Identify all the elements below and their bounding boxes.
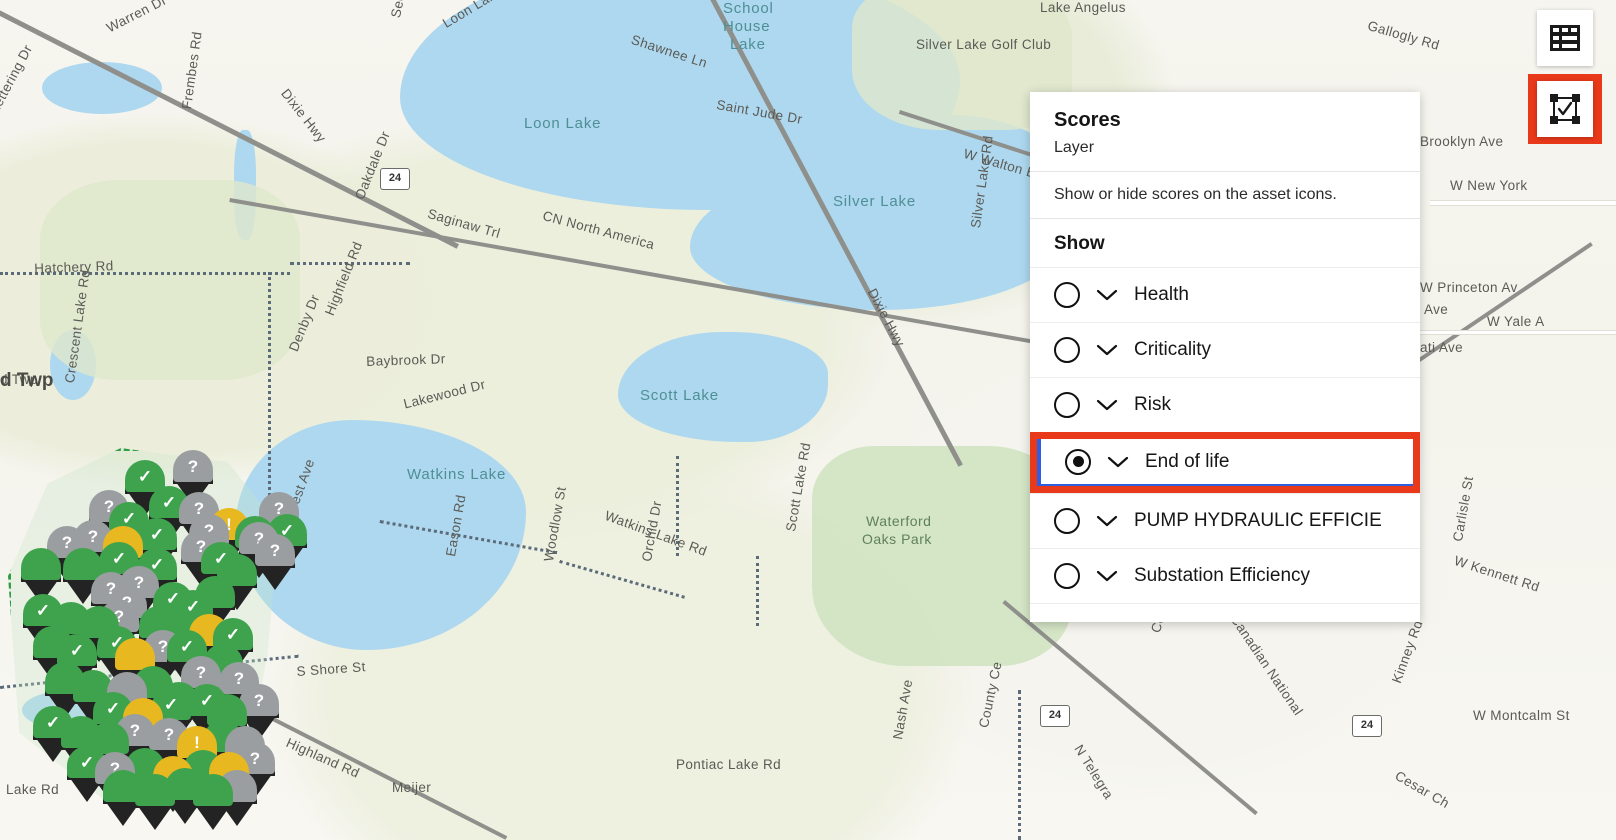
chevron-down-icon[interactable] [1096, 343, 1118, 357]
score-option-criticality[interactable]: Criticality [1030, 322, 1420, 377]
radio-button[interactable] [1054, 563, 1080, 589]
table-view-button-wrap [1528, 10, 1602, 66]
score-option-wrap: Health [1030, 267, 1420, 322]
score-option-label: End of life [1145, 450, 1230, 472]
score-option-list[interactable]: Health Criticality Risk End of life PUMP HYD… [1030, 267, 1420, 603]
street-label: Ave [1424, 302, 1449, 317]
score-option-wrap: Criticality [1030, 322, 1420, 377]
asset-pin-tail [193, 802, 233, 830]
score-option-pump-hydraulic-efficie[interactable]: PUMP HYDRAULIC EFFICIE [1030, 493, 1420, 548]
asset-pin[interactable] [132, 774, 178, 830]
table-view-button[interactable] [1537, 10, 1593, 66]
street-label: Pontiac Lake Rd [676, 757, 782, 772]
boundary-far-south [756, 556, 759, 626]
score-option-wrap: End of life [1030, 432, 1420, 493]
score-option-end-of-life[interactable]: End of life [1037, 439, 1413, 486]
radio-button[interactable] [1054, 392, 1080, 418]
street-label: Lake Angelus [1040, 0, 1126, 15]
asset-pin-score-dome: ? [173, 450, 213, 482]
water-label: Watkins Lake [407, 466, 507, 483]
score-option-wrap: Substation Efficiency [1030, 548, 1420, 603]
street-label: W Montcalm St [1473, 708, 1570, 723]
asset-pin-score-dome [135, 774, 175, 806]
asset-pin-tail [255, 562, 295, 590]
table-grid-icon [1550, 25, 1580, 51]
route-shield: 24 [380, 168, 410, 190]
panel-description: Show or hide scores on the asset icons. [1030, 172, 1420, 219]
water-label: Lake [730, 36, 766, 53]
asset-pin-score-dome: ? [255, 534, 295, 566]
panel-title: Scores [1054, 109, 1121, 131]
street-label: Meijer [392, 780, 432, 795]
township-label: d Twp [0, 370, 54, 391]
score-option-label: Risk [1134, 394, 1171, 415]
chevron-down-icon[interactable] [1107, 455, 1129, 469]
score-option-health[interactable]: Health [1030, 267, 1420, 322]
chevron-down-icon[interactable] [1096, 288, 1118, 302]
asset-marker-cluster[interactable]: ?✓?✓✓??!??✓???✓?✓✓✓???✓✓✓?✓✓✓?✓??✓✓✓✓?✓?… [0, 430, 307, 830]
chevron-down-icon[interactable] [1096, 569, 1118, 583]
radio-dot [1072, 456, 1084, 467]
local-road-2 [1420, 330, 1616, 335]
street-label: W Yale A [1487, 314, 1545, 329]
score-option-risk[interactable]: Risk [1030, 377, 1420, 432]
radio-button[interactable] [1054, 508, 1080, 534]
scores-layer-panel[interactable]: Scores Layer Show or hide scores on the … [1030, 92, 1420, 622]
score-option-label: Health [1134, 284, 1189, 305]
boundary-right [1018, 690, 1021, 840]
street-label: W Princeton Av [1420, 280, 1518, 295]
street-label: Silver Lake Golf Club [916, 37, 1052, 52]
water-label: House [723, 18, 771, 35]
radio-button[interactable] [1065, 448, 1091, 475]
select-area-button-wrap [1528, 74, 1602, 144]
route-shield: 24 [1352, 715, 1382, 737]
asset-pin[interactable] [190, 774, 236, 830]
water-label: Silver Lake [833, 193, 917, 210]
asset-pin-score-dome [193, 774, 233, 806]
street-label: ati Ave [1420, 340, 1464, 355]
local-road-1 [1430, 200, 1616, 206]
street-label: Hatchery Rd [34, 258, 114, 276]
radio-button[interactable] [1054, 282, 1080, 308]
water-label: School [723, 0, 774, 17]
street-label: Baybrook Dr [366, 351, 446, 369]
street-label: W New York [1450, 178, 1528, 193]
score-option-wrap: PUMP HYDRAULIC EFFICIE [1030, 493, 1420, 548]
park-label: Oaks Park [862, 531, 932, 547]
route-shield: 24 [1040, 705, 1070, 727]
panel-section-label: Show [1054, 233, 1105, 254]
panel-header: Scores Layer [1030, 92, 1420, 172]
score-option-label: Criticality [1134, 339, 1212, 360]
score-option-label: PUMP HYDRAULIC EFFICIE [1134, 510, 1382, 531]
select-area-button[interactable] [1537, 81, 1593, 137]
chevron-down-icon[interactable] [1096, 398, 1118, 412]
score-option-label: Substation Efficiency [1134, 565, 1311, 586]
chevron-down-icon[interactable] [1096, 514, 1118, 528]
water-label: Loon Lake [524, 115, 602, 132]
water-label: Scott Lake [640, 387, 719, 404]
street-label: Brooklyn Ave [1420, 134, 1504, 149]
panel-footer-spacer [1030, 603, 1420, 622]
park-label: Waterford [866, 513, 932, 529]
selection-check-icon [1550, 94, 1580, 124]
radio-button[interactable] [1054, 337, 1080, 363]
score-option-substation-efficiency[interactable]: Substation Efficiency [1030, 548, 1420, 603]
panel-subtitle: Layer [1054, 139, 1095, 156]
map-toolbar[interactable] [1528, 10, 1602, 144]
asset-pin-tail [135, 802, 175, 830]
score-option-wrap: Risk [1030, 377, 1420, 432]
asset-pin-score-dome [21, 548, 61, 580]
